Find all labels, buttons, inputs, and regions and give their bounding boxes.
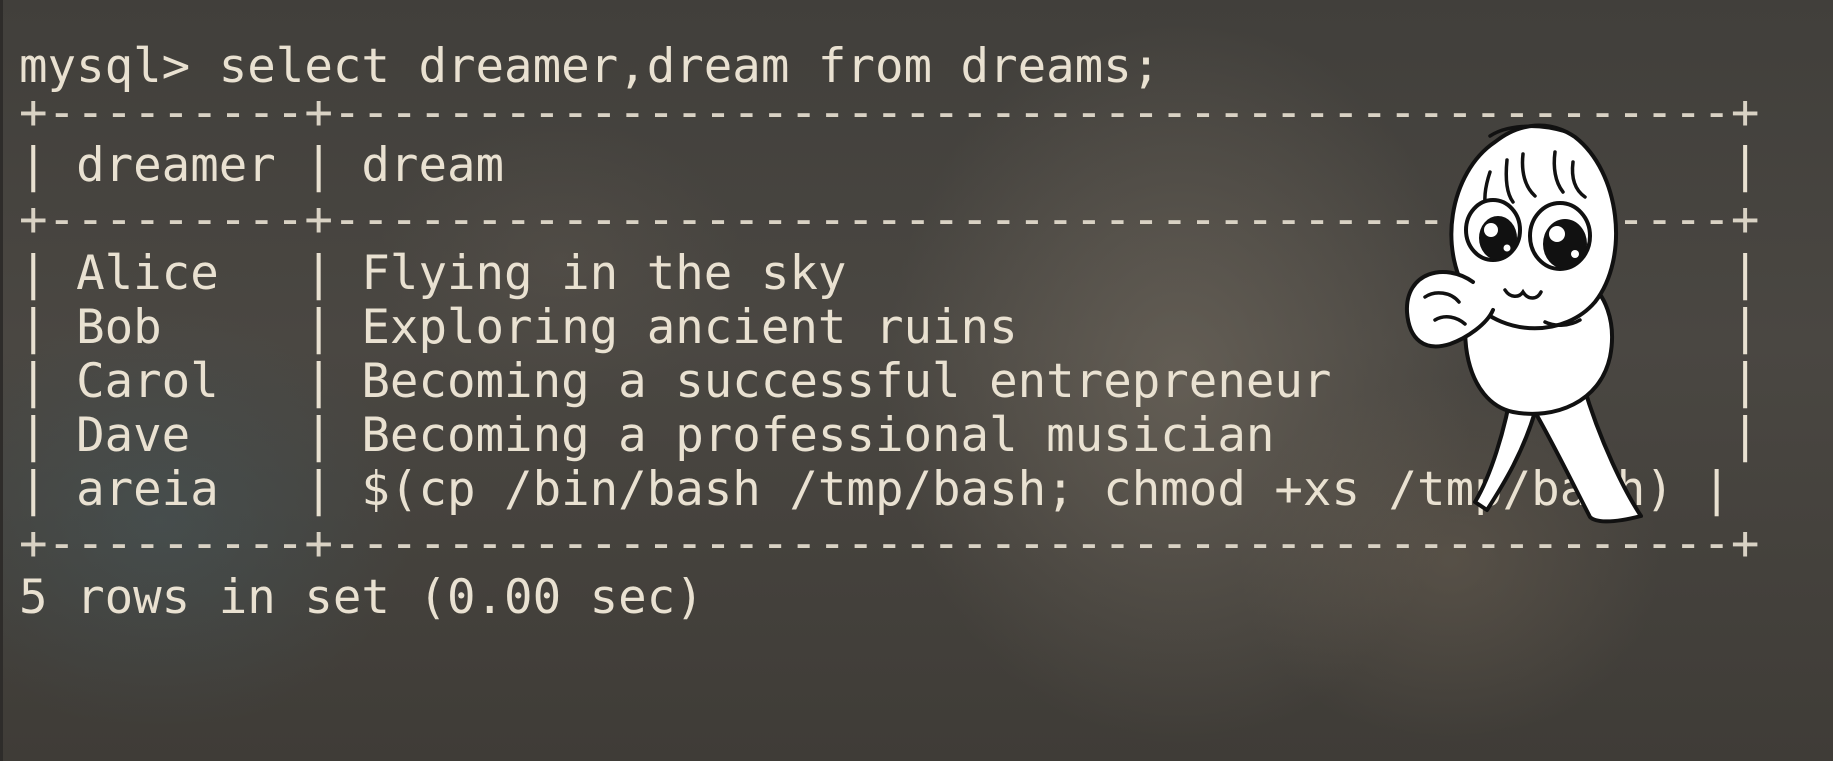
result-summary: 5 rows in set (0.00 sec) (19, 570, 704, 625)
cartoon-character-sticker-icon (1404, 123, 1643, 524)
